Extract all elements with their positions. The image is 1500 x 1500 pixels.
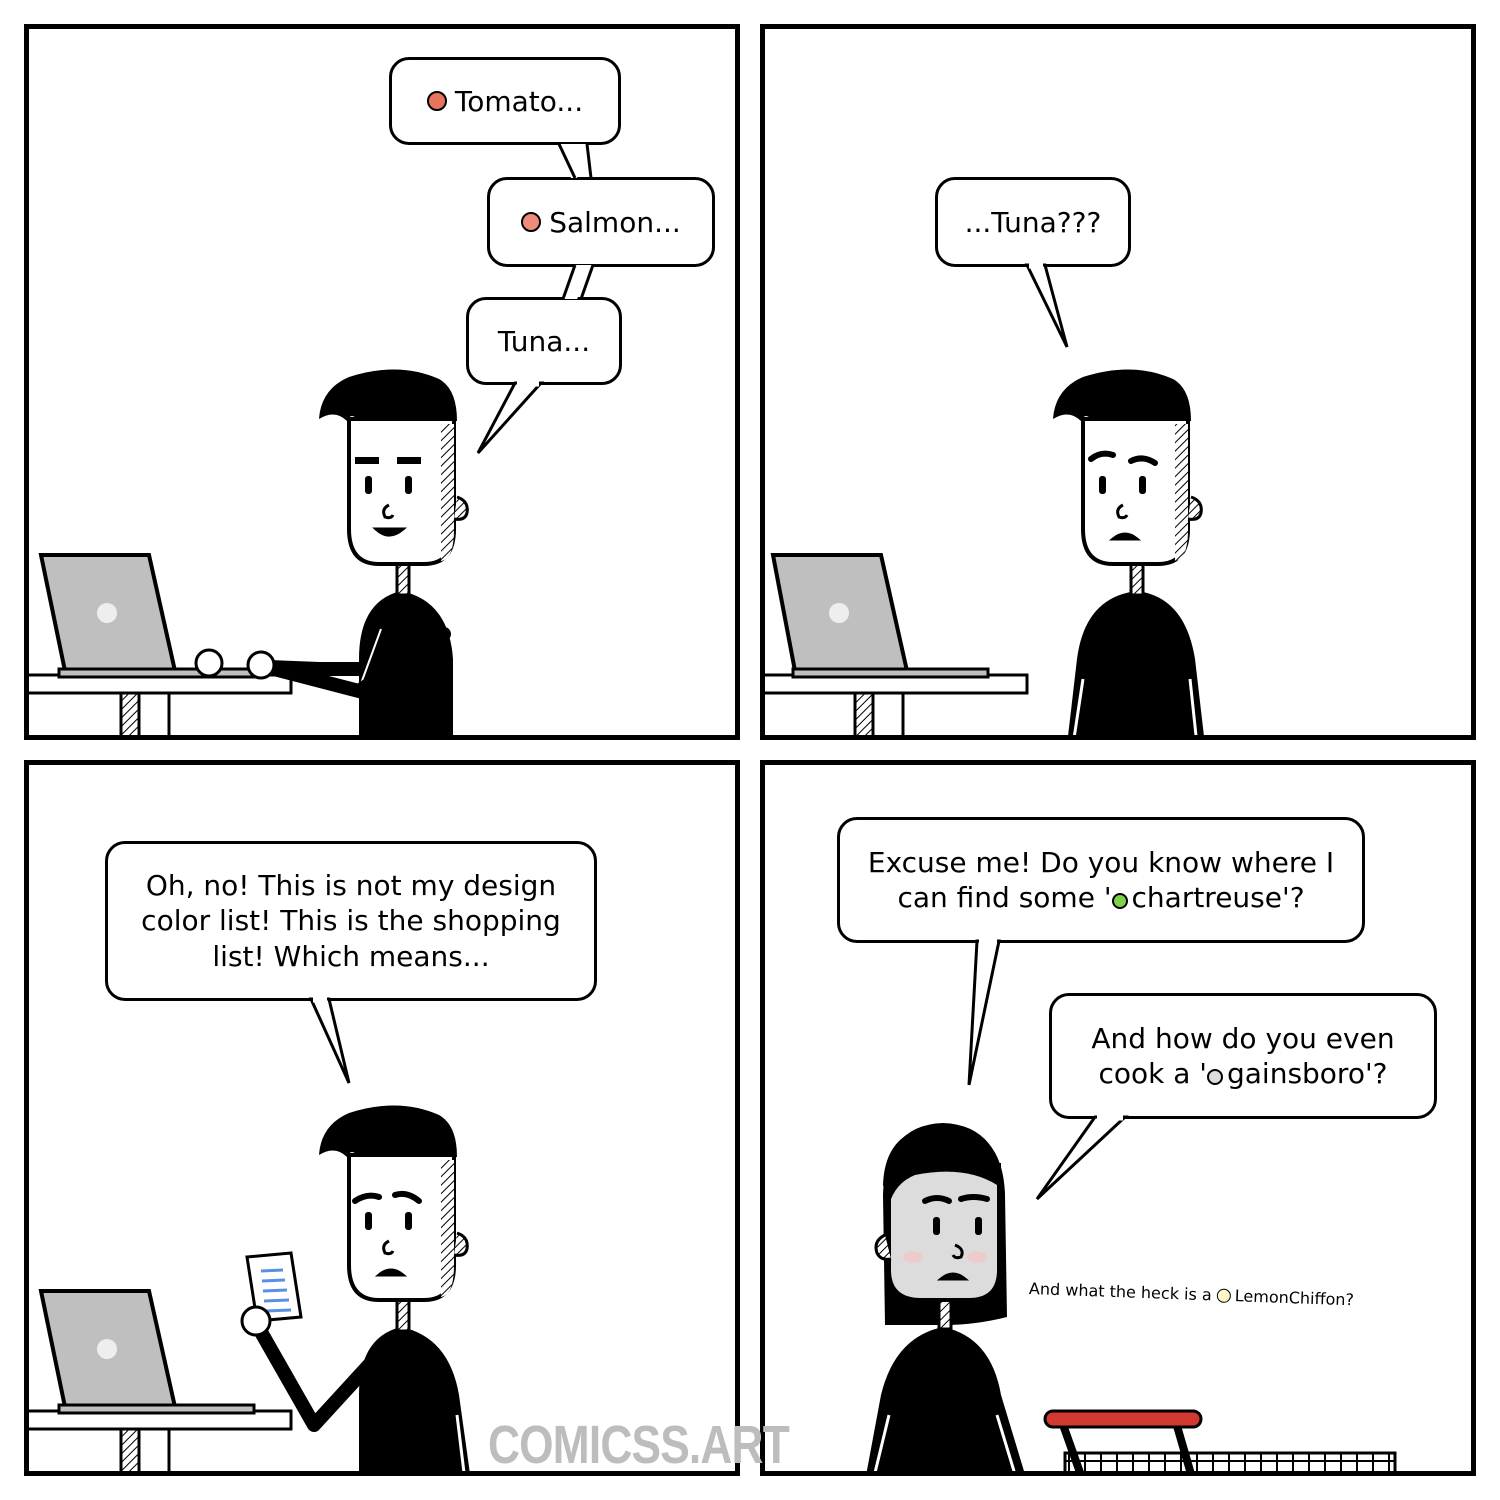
mouth-frown: [374, 1268, 408, 1277]
panel-2-artwork: [765, 369, 1204, 735]
panel-1-artwork: [29, 369, 469, 735]
salmon-text: Salmon...: [549, 205, 681, 239]
cart-handle: [1043, 1409, 1203, 1429]
eye-right: [405, 476, 412, 494]
eye-right: [975, 1217, 982, 1235]
hand-right: [246, 650, 276, 680]
eye-right: [1139, 476, 1146, 494]
tomato-color-swatch: [426, 91, 447, 111]
salmon-color-swatch: [521, 212, 542, 232]
laptop-base: [57, 667, 256, 679]
speech-bubble-chartreuse: Excuse me! Do you know where I can find …: [837, 817, 1365, 943]
laptop-logo: [97, 1339, 117, 1359]
panel-3: Oh, no! This is not my design color list…: [24, 760, 740, 1476]
laptop-base: [57, 1403, 256, 1415]
panel-4: Excuse me! Do you know where I can find …: [760, 760, 1476, 1476]
eyebrow-right: [958, 1194, 990, 1202]
chartreuse-color-swatch: [1111, 893, 1128, 909]
lemonchiffon-color-swatch: [1216, 1288, 1232, 1304]
speech-bubble-tuna-question: ...Tuna???: [935, 177, 1131, 267]
character-head: [347, 1153, 456, 1302]
chartreuse-question: Excuse me! Do you know where I can find …: [867, 846, 1335, 914]
gainsboro-question: And how do you even cook a ' gainsboro'?: [1091, 1022, 1395, 1090]
speech-bubble-tomato: Tomato...: [389, 57, 621, 145]
eyebrow-right: [397, 457, 421, 464]
character-body: [359, 1327, 470, 1471]
gainsboro-color-swatch: [1206, 1069, 1223, 1085]
mouth-frown: [936, 1272, 970, 1281]
eye-left: [365, 476, 372, 494]
eye-right: [405, 1212, 412, 1230]
speech-bubble-gainsboro: And how do you even cook a ' gainsboro'?: [1049, 993, 1437, 1119]
speech-bubble-realization: Oh, no! This is not my design color list…: [105, 841, 597, 1001]
character-head: [1081, 417, 1190, 566]
cheek-left: [903, 1251, 923, 1263]
eyebrow-left: [355, 457, 379, 464]
laptop-logo: [97, 603, 117, 623]
panel-2: ...Tuna???: [760, 24, 1476, 740]
woman-body: [866, 1327, 1024, 1471]
tuna-question-text: ...Tuna???: [964, 205, 1102, 239]
eye-left: [1099, 476, 1106, 494]
character-hair: [319, 369, 457, 421]
eye-left: [933, 1217, 940, 1235]
laptop-logo: [829, 603, 849, 623]
hand: [240, 1305, 272, 1337]
eyebrow-left: [922, 1195, 952, 1204]
tomato-text: Tomato...: [454, 84, 584, 118]
mouth-frown: [1108, 532, 1142, 541]
character-hair: [319, 1105, 457, 1157]
cheek-right: [967, 1251, 987, 1263]
character-hair: [1053, 369, 1191, 421]
realization-text: Oh, no! This is not my design color list…: [141, 869, 561, 973]
laptop-base: [791, 667, 990, 679]
eye-left: [365, 1212, 372, 1230]
character-body: [1068, 591, 1204, 735]
speech-bubble-tuna: Tuna...: [466, 297, 622, 385]
tuna-text: Tuna...: [497, 324, 591, 358]
speech-bubble-salmon: Salmon...: [487, 177, 715, 267]
character-head: [347, 417, 456, 566]
cart-basket: [1063, 1451, 1397, 1471]
hand-left: [194, 648, 224, 678]
panel-1: Tomato... Salmon... Tuna...: [24, 24, 740, 740]
watermark-logo: COMICSS.ART: [488, 1415, 790, 1475]
